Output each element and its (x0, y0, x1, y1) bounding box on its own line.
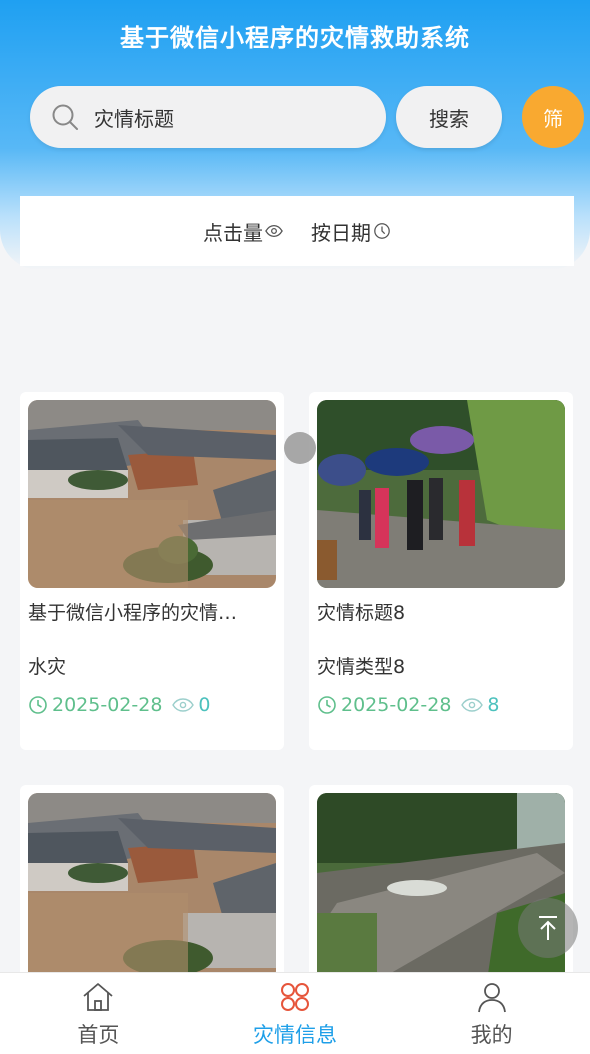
filter-button[interactable]: 筛 (522, 86, 584, 148)
card-date: 2025-02-28 (52, 694, 163, 716)
card-title: 基于微信小程序的灾情… (28, 602, 238, 624)
card-type: 灾情类型8 (317, 656, 406, 678)
card-date: 2025-02-28 (341, 694, 452, 716)
eye-icon (265, 224, 283, 238)
eye-icon (172, 698, 195, 712)
card-meta: 2025-02-28 0 (28, 694, 211, 716)
drag-handle[interactable] (284, 432, 316, 464)
home-icon (83, 983, 113, 1011)
arrow-up-icon (539, 916, 557, 940)
card-views: 0 (198, 694, 211, 716)
flooded-road-photo (317, 793, 565, 981)
sort-by-date[interactable]: 按日期 (311, 217, 391, 246)
user-icon (477, 983, 506, 1013)
search-box[interactable] (30, 86, 386, 148)
flood-village-photo (28, 400, 276, 588)
clock-icon (318, 696, 336, 714)
eye-icon (461, 698, 484, 712)
card-type: 水灾 (28, 656, 67, 678)
tab-mine[interactable]: 我的 (393, 973, 590, 1054)
clock-icon (374, 223, 390, 239)
tab-mine-label: 我的 (470, 1023, 513, 1047)
sort-by-views-label: 点击量 (203, 220, 263, 245)
sort-bar: 点击量 按日期 (20, 196, 574, 266)
flood-village-photo (28, 793, 276, 981)
grid-icon (281, 983, 309, 1011)
clock-icon (29, 696, 47, 714)
card-title: 灾情标题8 (317, 602, 406, 624)
tab-disaster-info-label: 灾情信息 (253, 1023, 337, 1047)
sort-by-date-label: 按日期 (311, 220, 371, 245)
search-icon (52, 104, 78, 130)
card-views: 8 (487, 694, 500, 716)
people-umbrellas-flood-photo (317, 400, 565, 588)
disaster-card[interactable] (309, 785, 573, 985)
back-to-top-button[interactable] (518, 898, 578, 958)
page-title: 基于微信小程序的灾情救助系统 (120, 24, 470, 52)
tab-disaster-info[interactable]: 灾情信息 (197, 973, 394, 1054)
card-meta: 2025-02-28 8 (317, 694, 500, 716)
disaster-card[interactable]: 灾情标题8 灾情类型8 2025-02-28 8 (309, 392, 573, 750)
search-input[interactable] (94, 105, 344, 129)
sort-by-views[interactable]: 点击量 (203, 217, 283, 246)
tab-home[interactable]: 首页 (0, 973, 197, 1054)
search-button[interactable]: 搜索 (396, 86, 502, 148)
disaster-card[interactable]: 基于微信小程序的灾情… 水灾 2025-02-28 0 (20, 392, 284, 750)
tab-home-label: 首页 (77, 1023, 120, 1047)
disaster-card[interactable] (20, 785, 284, 985)
tab-bar: 首页 灾情信息 我的 (0, 972, 590, 1054)
